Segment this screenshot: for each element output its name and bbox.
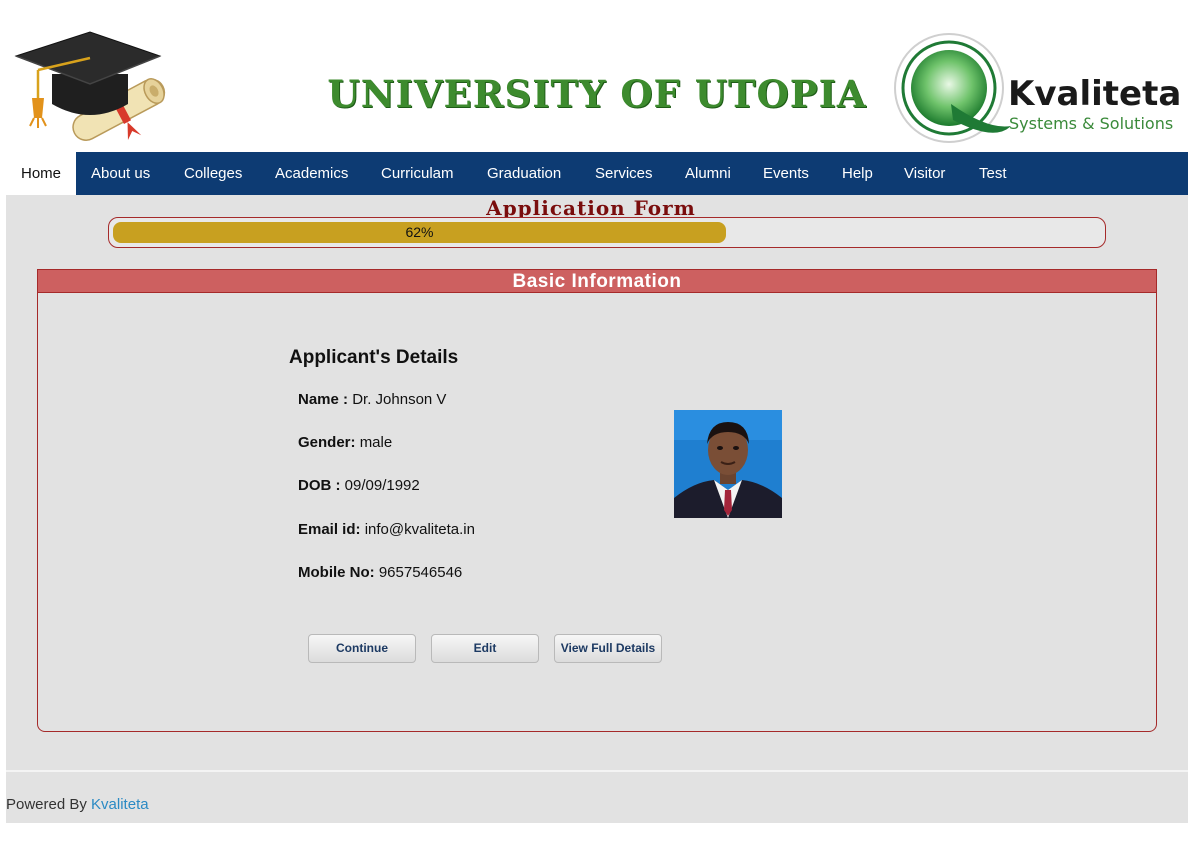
brand-name: Kvaliteta xyxy=(1008,74,1182,114)
nav-item-home[interactable]: Home xyxy=(6,152,76,195)
field-label: DOB : xyxy=(298,477,341,494)
field-value: 09/09/1992 xyxy=(344,477,420,494)
view-full-details-button[interactable]: View Full Details xyxy=(554,634,662,663)
field-value: male xyxy=(359,434,393,451)
nav-item-about-us[interactable]: About us xyxy=(91,152,150,195)
nav-item-services[interactable]: Services xyxy=(595,152,653,195)
application-progress-bar: 62% xyxy=(108,217,1106,248)
nav-item-help[interactable]: Help xyxy=(842,152,873,195)
field-label: Gender: xyxy=(298,434,356,451)
nav-item-curriculam[interactable]: Curriculam xyxy=(381,152,454,195)
applicant-photo xyxy=(674,410,782,518)
nav-item-graduation[interactable]: Graduation xyxy=(487,152,561,195)
field-dob: DOB : 09/09/1992 xyxy=(298,477,420,494)
nav-item-alumni[interactable]: Alumni xyxy=(685,152,731,195)
nav-item-colleges[interactable]: Colleges xyxy=(184,152,242,195)
nav-item-events[interactable]: Events xyxy=(763,152,809,195)
field-value: 9657546546 xyxy=(378,564,463,581)
field-value: info@kvaliteta.in xyxy=(364,521,475,538)
edit-button[interactable]: Edit xyxy=(431,634,539,663)
field-mobile: Mobile No: 9657546546 xyxy=(298,564,462,581)
footer-kvaliteta-link[interactable]: Kvaliteta xyxy=(91,796,149,813)
progress-label: 62% xyxy=(405,224,434,240)
footer-credit: Powered By Kvaliteta xyxy=(6,796,149,813)
field-email: Email id: info@kvaliteta.in xyxy=(298,521,475,538)
site-header: UNIVERSITY OF UTOPIA Kvaliteta Systems &… xyxy=(0,0,1194,152)
footer-prefix: Powered By xyxy=(6,796,87,813)
field-value: Dr. Johnson V xyxy=(352,391,447,408)
continue-button[interactable]: Continue xyxy=(308,634,416,663)
field-label: Name : xyxy=(298,391,349,408)
nav-item-test[interactable]: Test xyxy=(979,152,1007,195)
application-form-title: Application Form xyxy=(486,196,696,220)
nav-item-visitor[interactable]: Visitor xyxy=(904,152,945,195)
field-label: Mobile No: xyxy=(298,564,375,581)
main-nav: Home About us Colleges Academics Curricu… xyxy=(6,152,1188,195)
footer xyxy=(6,772,1188,823)
field-label: Email id: xyxy=(298,521,361,538)
applicant-details-heading: Applicant's Details xyxy=(289,347,459,368)
field-gender: Gender: male xyxy=(298,434,392,451)
panel-header: Basic Information xyxy=(38,270,1156,293)
brand-tagline: Systems & Solutions xyxy=(1009,114,1174,133)
field-name: Name : Dr. Johnson V xyxy=(298,391,446,408)
nav-item-academics[interactable]: Academics xyxy=(275,152,348,195)
